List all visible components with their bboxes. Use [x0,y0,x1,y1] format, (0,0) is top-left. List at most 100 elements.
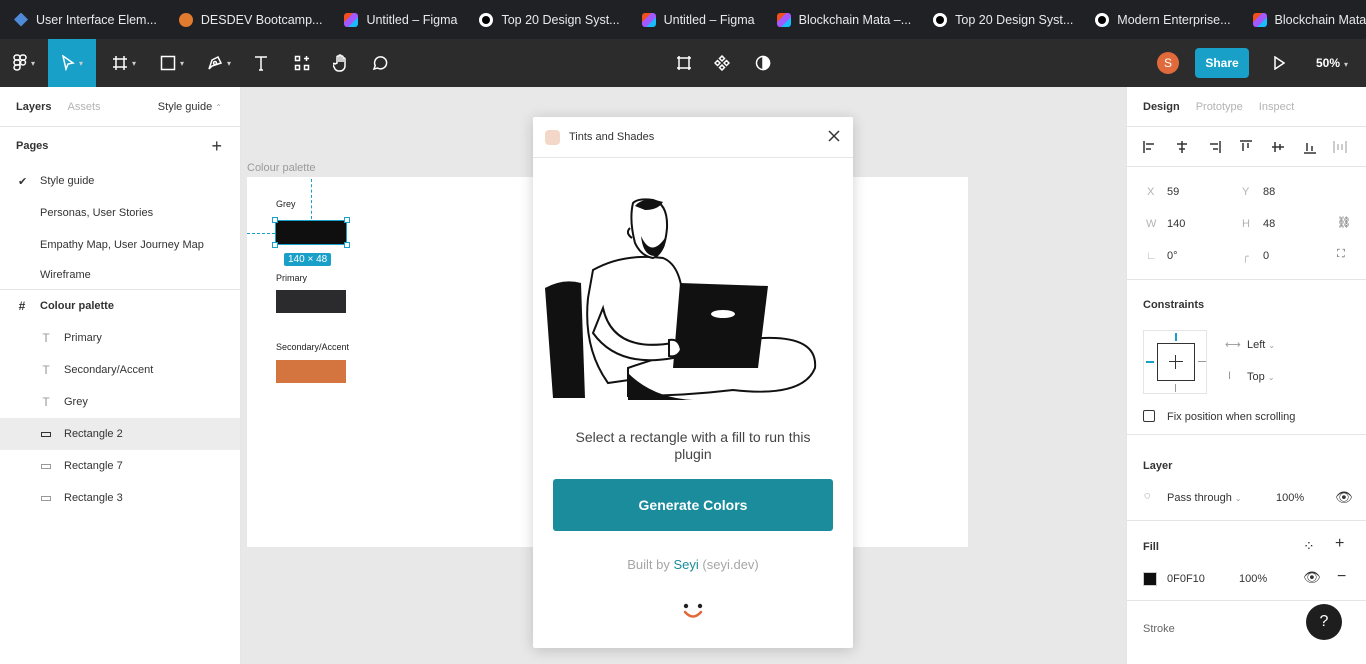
tab-inspect[interactable]: Inspect [1259,101,1294,113]
bookmark-4[interactable]: Untitled – Figma [641,12,755,27]
page-item-personas[interactable]: Personas, User Stories [0,197,240,229]
page-item-style-guide[interactable]: ✔ Style guide [0,165,240,197]
tab-design[interactable]: Design [1143,101,1180,113]
smiley-icon [681,601,705,624]
w-field[interactable]: 140 [1167,218,1185,230]
component-icon [714,55,730,71]
styles-grid-icon[interactable]: ⁘ [1303,538,1315,555]
zoom-menu[interactable]: 50% ▾ [1316,56,1348,70]
corner-radius-field[interactable]: 0 [1263,250,1269,262]
fill-color-swatch[interactable] [1143,572,1157,586]
bookmark-3[interactable]: Top 20 Design Syst... [479,12,620,27]
layer-item-secondary-accent[interactable]: T Secondary/Accent [0,354,240,386]
eye-icon[interactable]: 👁 [1335,489,1353,506]
constraint-top-marker[interactable] [1175,333,1177,341]
resize-handle[interactable] [344,217,350,223]
fill-opacity-field[interactable]: 100% [1239,573,1267,585]
bookmark-7[interactable]: Modern Enterprise... [1095,12,1231,27]
present-button[interactable] [1268,39,1290,87]
align-left-icon[interactable] [1143,140,1157,154]
blend-mode-select[interactable]: Pass through ⌄ [1167,492,1242,504]
layer-frame-colour-palette[interactable]: # Colour palette [0,290,240,322]
tints-and-shades-plugin: Tints and Shades Select a rectangle with… [533,117,853,648]
mask-button[interactable] [749,39,777,87]
generate-colors-button[interactable]: Generate Colors [553,479,833,531]
layer-item-rectangle-2[interactable]: Rectangle 2 [0,418,240,450]
align-horizontal-center-icon[interactable] [1175,140,1189,154]
x-field[interactable]: 59 [1167,186,1179,198]
constraint-left-marker[interactable] [1146,361,1154,363]
bookmark-2[interactable]: Untitled – Figma [344,12,457,27]
y-field[interactable]: 88 [1263,186,1275,198]
constraint-widget[interactable] [1143,330,1207,394]
secondary-swatch[interactable] [276,360,346,383]
layer-item-rectangle-3[interactable]: Rectangle 3 [0,482,240,514]
constrain-proportions-icon[interactable]: ⛓ [1337,216,1351,229]
page-label: Empathy Map, User Journey Map [40,239,204,251]
frame-label[interactable]: Colour palette [247,162,316,174]
shape-tool[interactable]: ▾ [152,39,192,87]
page-item-wireframe[interactable]: Wireframe [0,261,240,289]
hand-tool[interactable] [327,39,355,87]
author-link[interactable]: Seyi [673,557,698,572]
close-icon[interactable] [827,129,841,146]
resize-handle[interactable] [344,242,350,248]
layer-item-grey[interactable]: T Grey [0,386,240,418]
layer-item-rectangle-7[interactable]: Rectangle 7 [0,450,240,482]
constraints-title: Constraints [1143,299,1205,311]
share-button[interactable]: Share [1195,48,1249,78]
horizontal-constraint-icon: ⟷ [1225,339,1241,351]
layer-opacity-field[interactable]: 100% [1276,492,1304,504]
components-button[interactable] [708,39,736,87]
align-vertical-center-icon[interactable] [1271,140,1285,154]
left-panel-tabs: Layers Assets Style guide ⌃ [0,87,240,127]
bookmark-6[interactable]: Top 20 Design Syst... [933,12,1073,27]
resources-tool[interactable] [288,39,316,87]
page-selector[interactable]: Style guide ⌃ [158,101,222,113]
page-item-empathy-map[interactable]: Empathy Map, User Journey Map [0,229,240,261]
user-avatar[interactable]: S [1157,52,1179,74]
frame-selection-button[interactable] [670,39,698,87]
comment-tool[interactable] [366,39,394,87]
frame-icon: # [18,299,26,313]
plugin-message: Select a rectangle with a fill to run th… [575,429,811,462]
remove-fill-icon[interactable]: − [1337,568,1346,586]
constraint-bottom-marker[interactable] [1175,384,1176,392]
primary-swatch[interactable] [276,290,346,313]
resize-handle[interactable] [272,242,278,248]
bookmark-5[interactable]: Blockchain Mata –... [776,12,911,27]
bookmark-0[interactable]: User Interface Elem... [14,12,157,27]
h-field[interactable]: 48 [1263,218,1275,230]
align-bottom-icon[interactable] [1303,140,1317,154]
vertical-constraint-select[interactable]: Top ⌄ [1247,371,1275,383]
add-page-icon[interactable]: + [211,136,222,157]
resize-handle[interactable] [272,217,278,223]
bookmark-8[interactable]: Blockchain Mata –... [1252,12,1366,27]
constraint-right-marker[interactable] [1198,361,1206,362]
align-right-icon[interactable] [1207,140,1221,154]
align-top-icon[interactable] [1239,140,1253,154]
figma-logo-icon [13,54,27,71]
text-icon: T [42,363,50,377]
fill-hex-field[interactable]: 0F0F10 [1167,573,1205,585]
bookmark-1[interactable]: DESDEV Bootcamp... [178,12,322,27]
independent-corners-icon[interactable]: ⛶ [1337,248,1345,261]
distribute-icon[interactable] [1333,140,1347,154]
main-menu-button[interactable]: ▾ [0,39,48,87]
rotation-field[interactable]: 0° [1167,250,1178,262]
move-tool[interactable]: ▾ [48,39,96,87]
vertical-constraint-value: Top [1247,371,1265,383]
fix-position-checkbox[interactable] [1143,410,1155,422]
tab-assets[interactable]: Assets [67,101,100,113]
text-tool[interactable] [248,39,274,87]
frame-tool[interactable]: ▾ [104,39,144,87]
tab-prototype[interactable]: Prototype [1196,101,1243,113]
tab-layers[interactable]: Layers [16,101,51,113]
layer-item-primary[interactable]: T Primary [0,322,240,354]
stroke-title: Stroke [1143,623,1175,635]
horizontal-constraint-select[interactable]: Left ⌄ [1247,339,1275,351]
eye-icon[interactable]: 👁 [1303,569,1321,586]
help-button[interactable]: ? [1306,604,1342,640]
add-fill-icon[interactable]: + [1335,535,1344,553]
pen-tool[interactable]: ▾ [199,39,239,87]
